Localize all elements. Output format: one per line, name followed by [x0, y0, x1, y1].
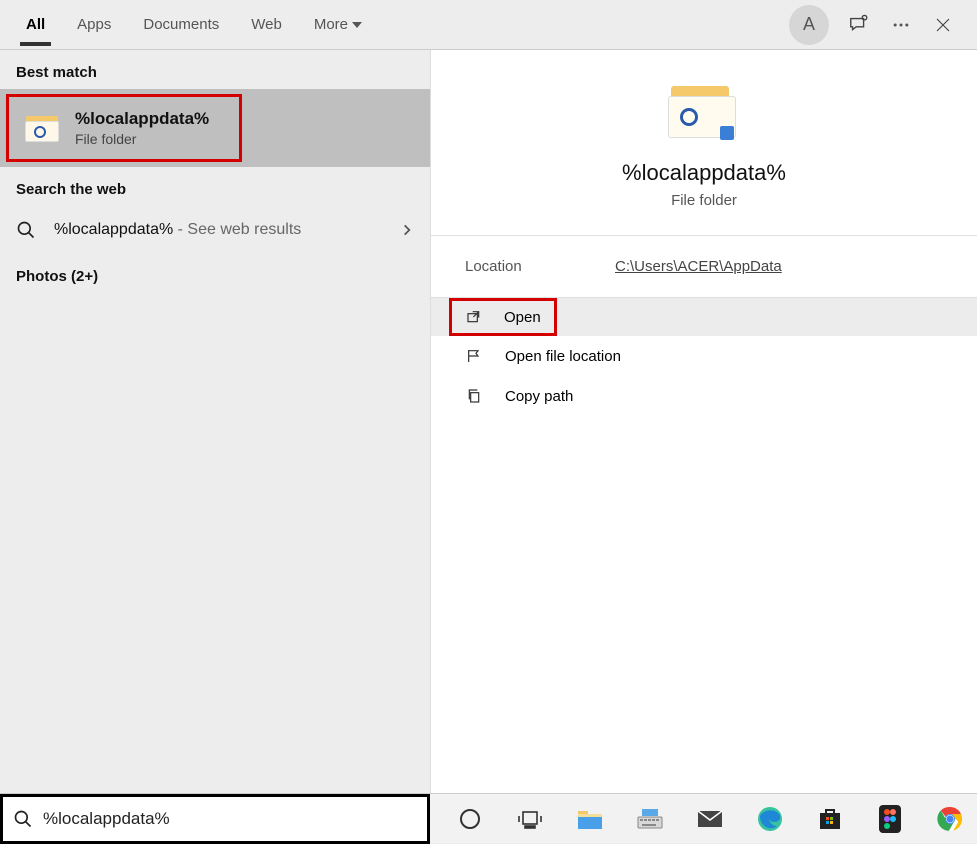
edge-icon[interactable] — [756, 805, 784, 833]
action-open[interactable]: Open — [449, 298, 557, 336]
tab-documents[interactable]: Documents — [127, 3, 235, 46]
detail-title: %localappdata% — [622, 160, 786, 186]
store-icon[interactable] — [816, 805, 844, 833]
action-list: Open Open file location Copy path — [431, 298, 977, 416]
web-result-text: %localappdata% - See web results — [54, 221, 382, 239]
search-web-header: Search the web — [0, 167, 430, 206]
search-input[interactable] — [43, 809, 417, 829]
best-match-subtitle: File folder — [75, 131, 209, 147]
detail-subtitle: File folder — [671, 192, 737, 209]
best-match-item[interactable]: %localappdata% File folder — [6, 94, 242, 162]
task-view-icon[interactable] — [516, 805, 544, 833]
action-open-location-label: Open file location — [505, 348, 621, 365]
search-icon — [13, 809, 33, 829]
web-query: %localappdata% — [54, 221, 173, 238]
more-icon[interactable] — [889, 13, 913, 37]
best-match-header: Best match — [0, 50, 430, 89]
web-suffix: - See web results — [173, 221, 301, 238]
location-label: Location — [465, 258, 555, 275]
best-match-text: %localappdata% File folder — [75, 109, 209, 147]
action-open-location[interactable]: Open file location — [431, 336, 977, 376]
top-tabs: All Apps Documents Web More A — [0, 0, 977, 50]
top-icons: A — [789, 5, 967, 45]
detail-header: %localappdata% File folder — [431, 50, 977, 236]
open-icon — [466, 308, 482, 326]
chevron-down-icon — [352, 22, 362, 28]
action-open-row[interactable]: Open — [431, 298, 977, 336]
search-icon — [16, 220, 36, 240]
chevron-right-icon — [400, 223, 414, 237]
open-location-icon — [465, 347, 483, 365]
feedback-icon[interactable] — [847, 13, 871, 37]
search-wrap — [0, 794, 430, 844]
copy-icon — [465, 387, 483, 405]
tab-apps[interactable]: Apps — [61, 3, 127, 46]
tab-more-label: More — [314, 16, 348, 33]
cortana-icon[interactable] — [456, 805, 484, 833]
left-pane: Best match %localappdata% File folder Se… — [0, 50, 430, 793]
right-pane: %localappdata% File folder Location C:\U… — [430, 50, 977, 793]
keyboard-icon[interactable] — [636, 805, 664, 833]
best-match-row[interactable]: %localappdata% File folder — [0, 89, 430, 167]
action-copy-path-label: Copy path — [505, 388, 573, 405]
avatar[interactable]: A — [789, 5, 829, 45]
action-open-label: Open — [504, 309, 541, 326]
figma-icon[interactable] — [876, 805, 904, 833]
folder-icon — [25, 110, 61, 146]
task-icons — [430, 805, 964, 833]
action-copy-path[interactable]: Copy path — [431, 376, 977, 416]
content: Best match %localappdata% File folder Se… — [0, 50, 977, 793]
close-icon[interactable] — [931, 13, 955, 37]
detail-location-row: Location C:\Users\ACER\AppData — [431, 236, 977, 298]
photos-header[interactable]: Photos (2+) — [0, 254, 430, 299]
search-box[interactable] — [0, 794, 430, 844]
taskbar — [0, 793, 977, 843]
chrome-icon[interactable] — [936, 805, 964, 833]
folder-icon-large — [668, 80, 740, 142]
best-match-title: %localappdata% — [75, 109, 209, 129]
mail-icon[interactable] — [696, 805, 724, 833]
web-result-row[interactable]: %localappdata% - See web results — [0, 206, 430, 254]
tab-web[interactable]: Web — [235, 3, 298, 46]
tab-all[interactable]: All — [10, 3, 61, 46]
tab-more[interactable]: More — [298, 3, 378, 46]
location-value[interactable]: C:\Users\ACER\AppData — [615, 258, 782, 275]
file-explorer-icon[interactable] — [576, 805, 604, 833]
